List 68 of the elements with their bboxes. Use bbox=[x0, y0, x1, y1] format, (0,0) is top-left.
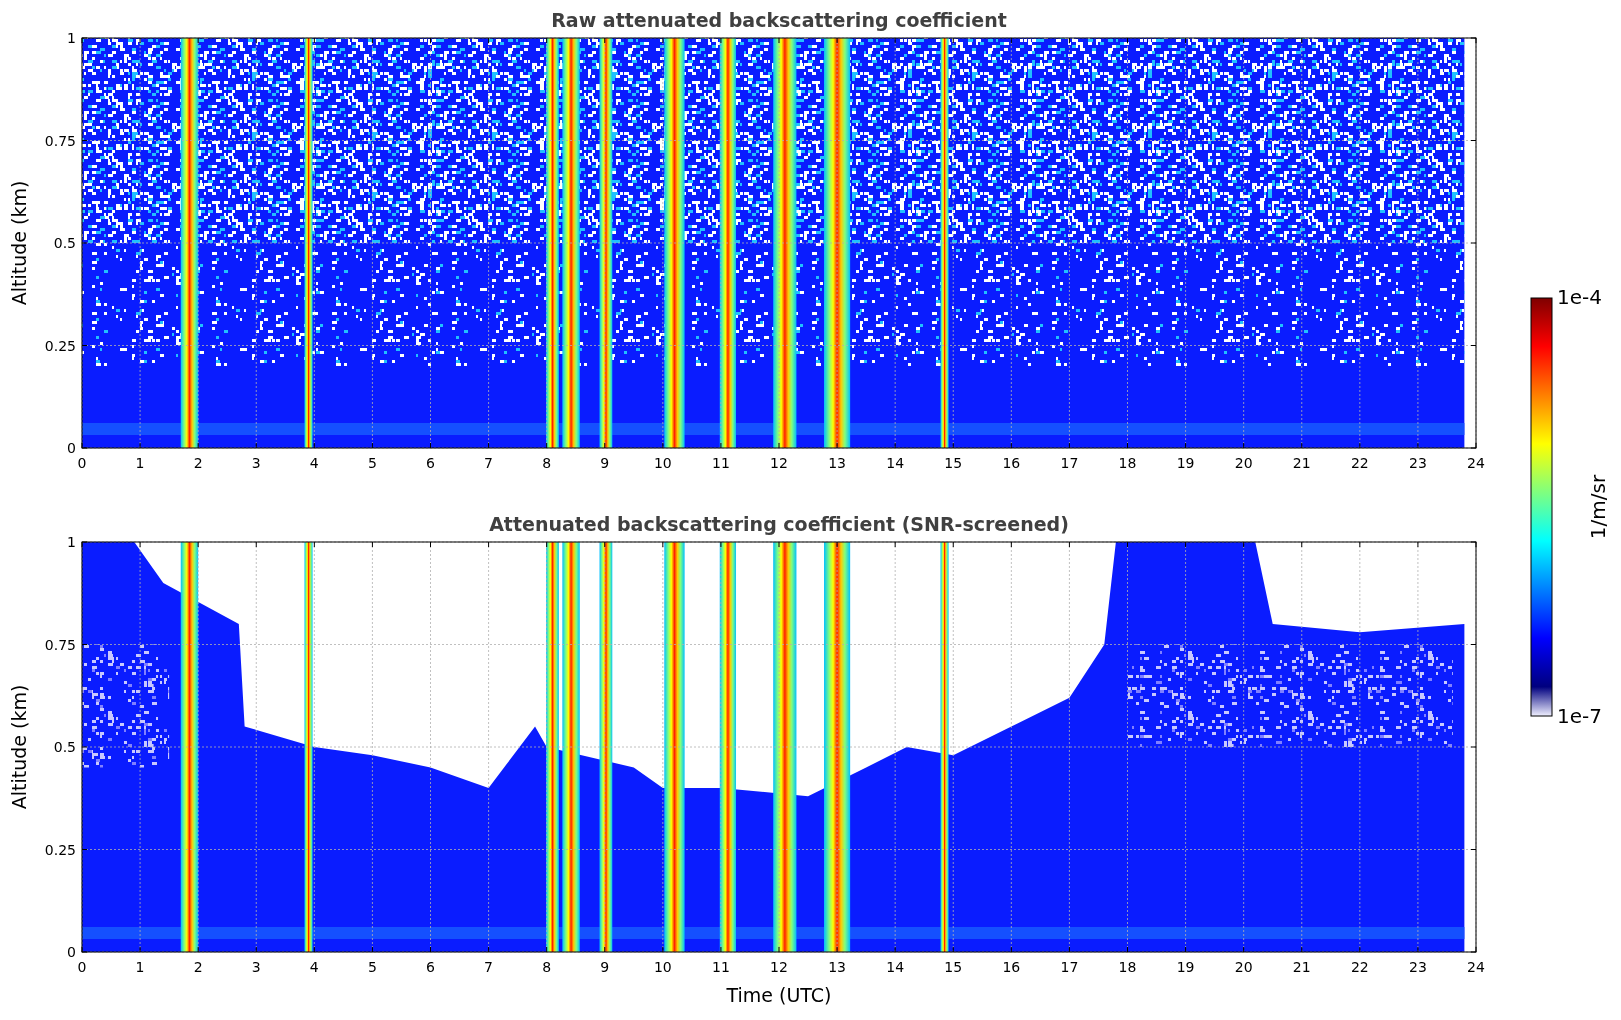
tick-label: 6 bbox=[426, 959, 435, 975]
tick-label: 1 bbox=[135, 959, 145, 975]
tick-label: 19 bbox=[1176, 455, 1195, 471]
tick-label: 14 bbox=[886, 959, 905, 975]
tick-label: 11 bbox=[712, 959, 730, 975]
axis-label: Time (UTC) bbox=[726, 984, 832, 1006]
tick-label: 1 bbox=[135, 455, 145, 471]
tick-label: 16 bbox=[1002, 455, 1021, 471]
tick-label: 14 bbox=[886, 455, 905, 471]
tick-label: 0 bbox=[67, 944, 76, 960]
plot-title: Attenuated backscattering coefficient (SNR-screened) bbox=[489, 513, 1069, 535]
tick-label: 2 bbox=[193, 455, 203, 471]
tick-label: 0.25 bbox=[44, 337, 76, 354]
tick-label: 15 bbox=[944, 455, 963, 471]
axis-label: Altitude (km) bbox=[8, 180, 30, 306]
tick-label: 4 bbox=[309, 455, 319, 471]
tick-label: 0.5 bbox=[53, 739, 76, 755]
tick-label: 17 bbox=[1060, 959, 1079, 975]
tick-label: 20 bbox=[1234, 455, 1253, 471]
tick-label: 13 bbox=[828, 455, 846, 471]
tick-label: 7 bbox=[484, 959, 494, 975]
tick-label: 1 bbox=[67, 534, 76, 550]
tick-label: 0.25 bbox=[44, 841, 76, 858]
tick-label: 3 bbox=[251, 455, 261, 471]
tick-label: 4 bbox=[309, 959, 319, 975]
tick-label: 21 bbox=[1292, 959, 1311, 975]
tick-label: 5 bbox=[367, 455, 377, 471]
tick-label: 3 bbox=[251, 959, 261, 975]
tick-label: 10 bbox=[653, 455, 672, 471]
tick-label: 0.75 bbox=[44, 132, 76, 149]
tick-label: 12 bbox=[770, 959, 788, 975]
tick-label: 6 bbox=[426, 455, 435, 471]
tick-label: 23 bbox=[1409, 959, 1427, 975]
tick-label: 18 bbox=[1118, 959, 1137, 975]
tick-label: 12 bbox=[770, 455, 788, 471]
colorbar-label: 1e-7 bbox=[1557, 704, 1602, 728]
tick-label: 7 bbox=[484, 455, 494, 471]
axis-label: Altitude (km) bbox=[8, 684, 30, 810]
plot-title: Raw attenuated backscattering coefficient bbox=[551, 9, 1007, 31]
tick-label: 2 bbox=[193, 959, 203, 975]
tick-label: 22 bbox=[1350, 455, 1369, 471]
tick-label: 10 bbox=[653, 959, 672, 975]
tick-label: 0 bbox=[77, 455, 87, 471]
tick-label: 0.5 bbox=[53, 235, 76, 251]
tick-label: 20 bbox=[1234, 959, 1253, 975]
tick-label: 15 bbox=[944, 959, 963, 975]
tick-label: 17 bbox=[1060, 455, 1079, 471]
colorbar-label: 1e-4 bbox=[1557, 285, 1602, 309]
tick-label: 1 bbox=[67, 30, 76, 46]
tick-label: 22 bbox=[1350, 959, 1369, 975]
tick-label: 0 bbox=[67, 440, 76, 456]
tick-label: 18 bbox=[1118, 455, 1137, 471]
tick-label: 21 bbox=[1292, 455, 1311, 471]
tick-label: 19 bbox=[1176, 959, 1195, 975]
tick-label: 23 bbox=[1409, 455, 1427, 471]
tick-label: 8 bbox=[542, 455, 552, 471]
tick-label: 24 bbox=[1467, 959, 1485, 975]
tick-label: 0.75 bbox=[44, 636, 76, 653]
tick-label: 24 bbox=[1467, 455, 1485, 471]
colorbar-title: 1/m/sr bbox=[1586, 474, 1610, 540]
tick-label: 5 bbox=[367, 959, 377, 975]
tick-label: 9 bbox=[600, 959, 610, 975]
tick-label: 9 bbox=[600, 455, 610, 471]
tick-label: 0 bbox=[77, 959, 87, 975]
tick-label: 16 bbox=[1002, 959, 1021, 975]
tick-label: 11 bbox=[712, 455, 730, 471]
tick-label: 13 bbox=[828, 959, 846, 975]
tick-label: 8 bbox=[542, 959, 552, 975]
